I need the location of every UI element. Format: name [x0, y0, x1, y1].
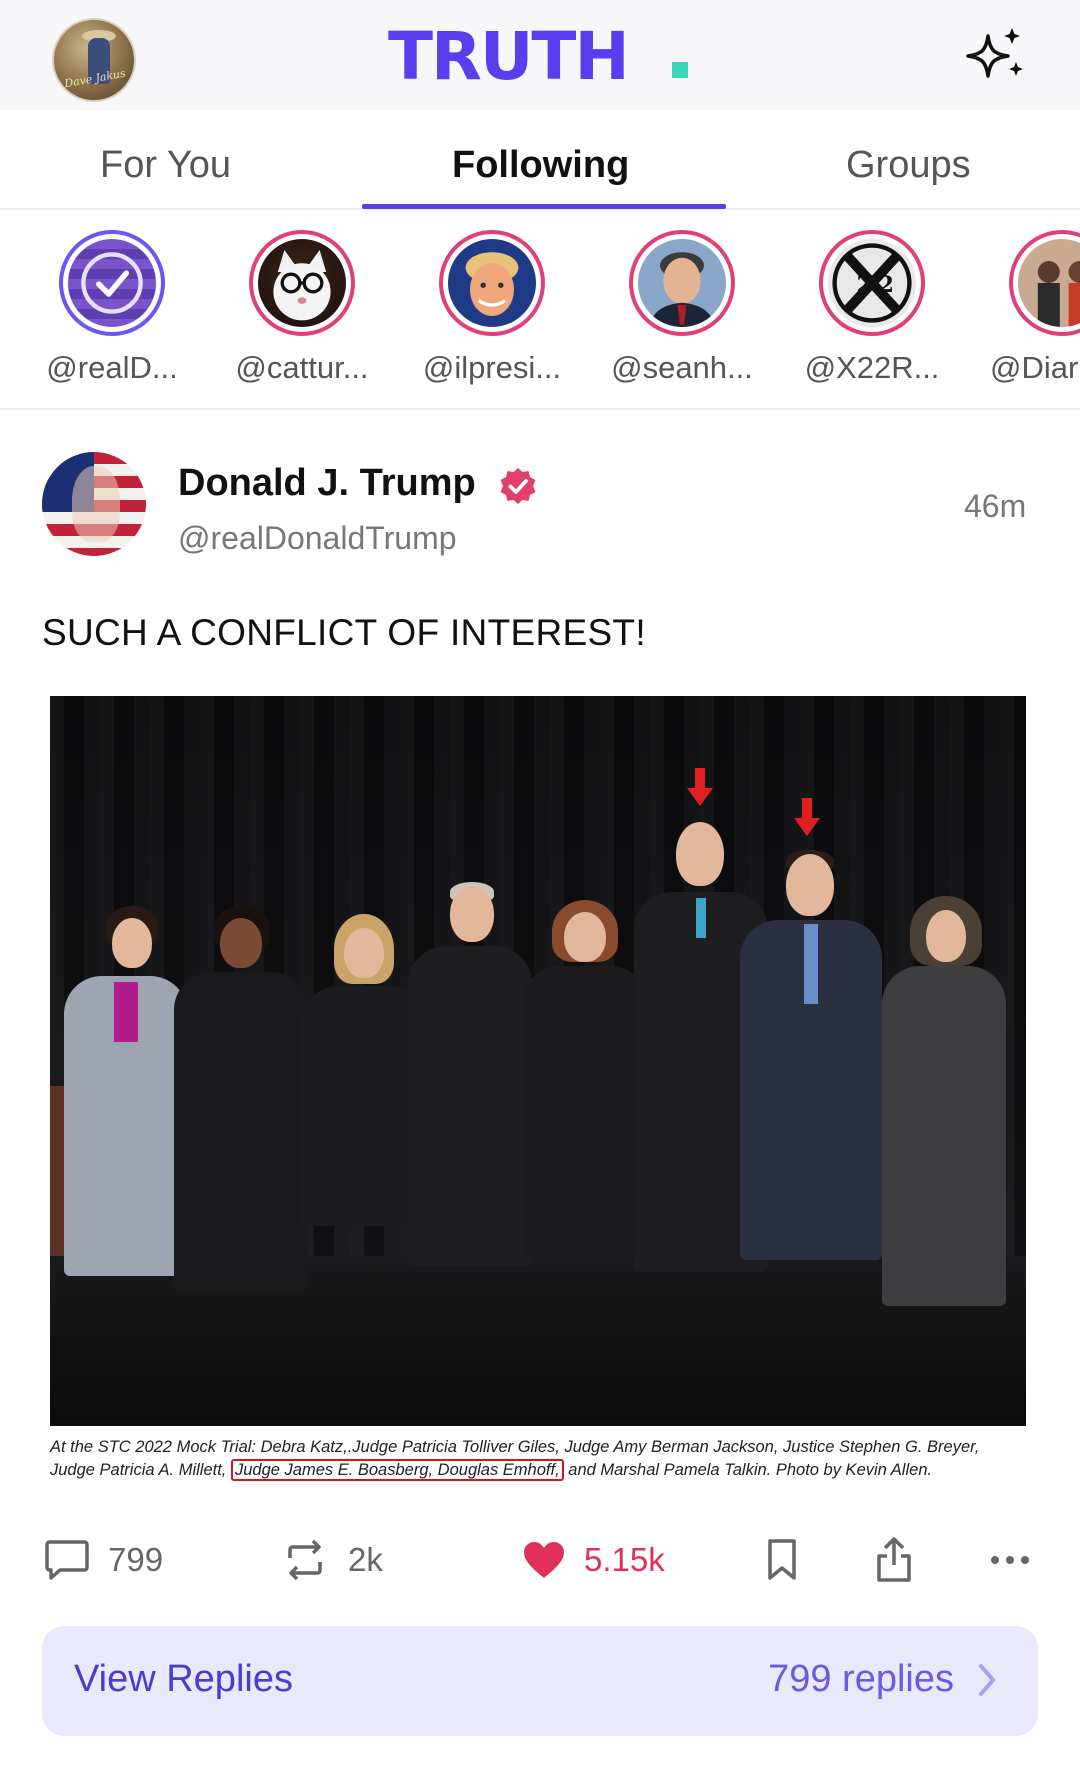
- retruth-icon: [288, 1539, 322, 1581]
- story-handle: @realD...: [46, 350, 178, 385]
- diamond-silk-avatar-icon: [1018, 239, 1080, 327]
- trump-avatar-icon: [448, 239, 536, 327]
- like-button[interactable]: 5.15k: [522, 1530, 665, 1590]
- caption-line-2: Judge Patricia A. Millett, Judge James E…: [50, 1459, 1026, 1482]
- x22-logo-avatar-icon: 2 2: [828, 239, 916, 327]
- caption-line-2-start: Judge Patricia A. Millett,: [50, 1461, 227, 1479]
- verified-badge-icon: [500, 468, 536, 504]
- story-item[interactable]: @cattur...: [222, 230, 382, 400]
- post-body-text: SUCH A CONFLICT OF INTEREST!: [42, 612, 646, 653]
- story-ring: [59, 230, 165, 336]
- story-handle: @X22R...: [804, 350, 940, 385]
- story-ring: [629, 230, 735, 336]
- like-count: 5.15k: [584, 1541, 665, 1578]
- hannity-avatar-icon: [638, 239, 726, 327]
- post-timestamp: 46m: [964, 488, 1027, 524]
- post-author-avatar[interactable]: [42, 452, 146, 556]
- replies-count-label: 799 replies: [768, 1658, 954, 1700]
- app-header: Dave Jakus TRUTH: [0, 0, 1080, 110]
- caption-line-1: At the STC 2022 Mock Trial: Debra Katz,.…: [50, 1438, 980, 1456]
- share-icon: [877, 1537, 911, 1582]
- story-ring: [1009, 230, 1080, 336]
- view-replies-label: View Replies: [74, 1658, 293, 1700]
- story-item[interactable]: 2 2 @X22R...: [792, 230, 952, 400]
- reply-button[interactable]: 799: [44, 1530, 163, 1590]
- avatar-face-shape: [72, 466, 120, 542]
- logo-dot: [672, 62, 688, 78]
- view-replies-button[interactable]: View Replies 799 replies: [42, 1626, 1038, 1736]
- story-item[interactable]: @seanh...: [602, 230, 762, 400]
- more-options-button[interactable]: [990, 1530, 1030, 1590]
- story-handle: @ilpresi...: [422, 350, 562, 385]
- my-profile-avatar[interactable]: Dave Jakus: [52, 18, 136, 102]
- image-caption: At the STC 2022 Mock Trial: Debra Katz,.…: [50, 1436, 1026, 1482]
- svg-text:2: 2: [857, 272, 872, 298]
- feed-tabs: For You Following Groups: [0, 110, 1080, 210]
- story-handle: @cattur...: [235, 350, 369, 385]
- story-ring: [439, 230, 545, 336]
- caption-line-2-end: and Marshal Pamela Talkin. Photo by Kevi…: [568, 1461, 933, 1479]
- comment-icon: [45, 1540, 89, 1580]
- active-tab-indicator: [362, 204, 726, 209]
- story-item[interactable]: @ilpresi...: [412, 230, 572, 400]
- chevron-right-icon: [979, 1664, 995, 1696]
- truth-logo: TRUTH: [388, 18, 630, 95]
- caption-highlighted-names: Judge James E. Boasberg, Douglas Emhoff,: [230, 1459, 564, 1481]
- verified-flag-avatar-icon: [68, 239, 156, 327]
- cat-with-glasses-avatar-icon: [258, 239, 346, 327]
- heart-icon: [524, 1542, 564, 1578]
- story-handle: @seanh...: [611, 350, 753, 385]
- more-dots-icon: [991, 1556, 1029, 1564]
- svg-text:2: 2: [879, 272, 894, 298]
- retruth-button[interactable]: 2k: [280, 1530, 383, 1590]
- bookmark-button[interactable]: [766, 1530, 798, 1590]
- tab-for-you[interactable]: For You: [100, 144, 231, 187]
- reply-count: 799: [108, 1541, 164, 1578]
- stories-row: @realD... @cattur... @ilpresi... @seanh.…: [0, 212, 1080, 410]
- bookmark-icon: [768, 1539, 796, 1580]
- tab-groups[interactable]: Groups: [846, 144, 971, 187]
- story-ring: 2 2: [819, 230, 925, 336]
- post-author-handle[interactable]: @realDonaldTrump: [178, 520, 457, 557]
- story-item[interactable]: @Diar: [982, 230, 1080, 400]
- retruth-count: 2k: [348, 1541, 383, 1578]
- story-ring: [249, 230, 355, 336]
- tab-following[interactable]: Following: [452, 144, 629, 187]
- sparkle-icon[interactable]: [962, 24, 1028, 86]
- post-image[interactable]: [50, 696, 1026, 1426]
- story-item[interactable]: @realD...: [32, 230, 192, 400]
- post-author-name[interactable]: Donald J. Trump: [178, 462, 476, 505]
- share-button[interactable]: [874, 1530, 914, 1590]
- post-actions-bar: 799 2k 5.15k: [0, 1530, 1080, 1590]
- story-handle: @Diar: [990, 350, 1079, 385]
